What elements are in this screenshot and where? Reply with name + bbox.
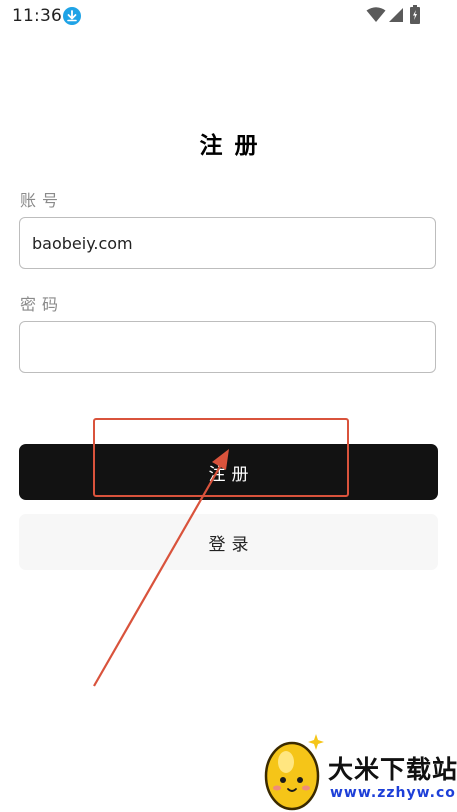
password-field-box (19, 321, 436, 373)
mascot-icon (264, 734, 324, 811)
status-bar: 11:36 (0, 0, 457, 32)
battery-icon (410, 5, 420, 24)
password-input[interactable] (20, 322, 435, 372)
account-label: 账号 (20, 191, 65, 210)
signal-icon (389, 8, 403, 22)
account-input[interactable] (20, 218, 435, 268)
register-button[interactable]: 注册 (19, 444, 438, 500)
watermark-title: 大米下载站 (328, 755, 457, 784)
download-icon (63, 7, 81, 25)
annotation-arrow-icon (93, 449, 229, 687)
password-label: 密码 (20, 295, 65, 314)
watermark-url: www.zzhyw.com (330, 785, 457, 801)
login-button[interactable]: 登录 (19, 514, 438, 570)
wifi-icon (366, 7, 386, 22)
page-title: 注册 (199, 133, 270, 159)
watermark: 大米下载站 www.zzhyw.com (252, 722, 457, 812)
status-time: 11:36 (12, 6, 62, 26)
account-field-box (19, 217, 436, 269)
